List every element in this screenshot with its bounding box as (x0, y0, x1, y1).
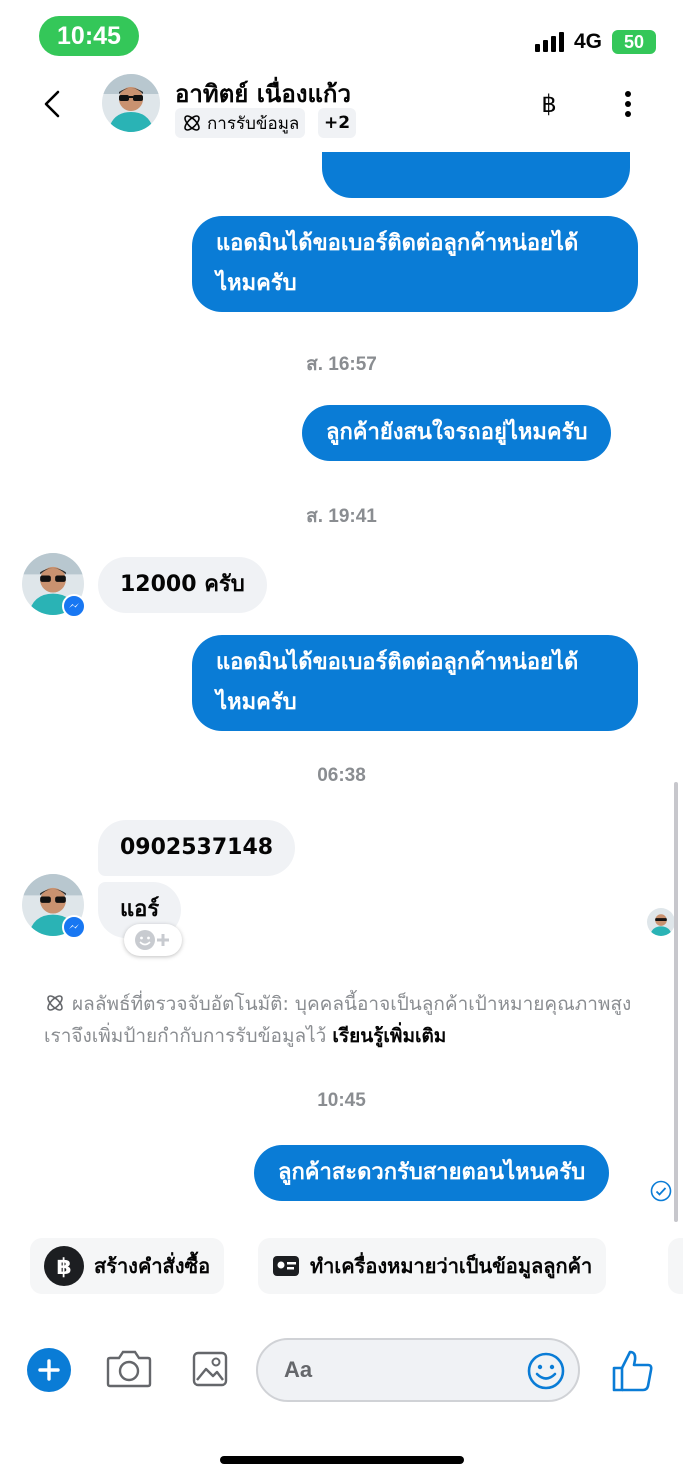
thumbs-up-icon[interactable] (612, 1348, 654, 1392)
image-icon (192, 1351, 228, 1387)
timestamp: ส. 16:57 (306, 354, 377, 375)
contact-avatar[interactable] (102, 74, 160, 132)
payment-button[interactable]: ฿ (536, 88, 562, 120)
mark-as-lead-label: ทำเครื่องหมายว่าเป็นข้อมูลลูกค้า (310, 1254, 593, 1278)
back-icon (44, 90, 60, 118)
message-composer (0, 1334, 683, 1406)
emoji-icon[interactable] (526, 1351, 566, 1391)
outgoing-message[interactable]: ลูกค้าสะดวกรับสายตอนไหนครับ (254, 1145, 610, 1201)
home-indicator[interactable] (220, 1456, 464, 1464)
chat-header: อาทิตย์ เนื่องแก้ว การรับข้อมูล +2 ฿ (0, 72, 683, 152)
status-bar: 10:45 4G 50 (0, 0, 683, 72)
back-button[interactable] (36, 86, 72, 122)
svg-text:฿: ฿ (56, 1255, 71, 1280)
message-list[interactable]: แอดมินได้ขอเบอร์ติดต่อลูกค้าหน่อยได้ไหมค… (0, 152, 683, 1224)
outgoing-message[interactable]: แอดมินได้ขอเบอร์ติดต่อลูกค้าหน่อยได้ไหมค… (192, 635, 638, 731)
add-reaction-icon (135, 930, 169, 950)
lead-tag-chip[interactable]: การรับข้อมูล (175, 108, 306, 138)
message-input-box[interactable] (256, 1338, 580, 1402)
outgoing-message[interactable]: ลูกค้ายังสนใจรถอยู่ไหมครับ (302, 405, 612, 461)
camera-icon (106, 1350, 152, 1388)
atom-icon (184, 115, 200, 131)
learn-more-link[interactable]: เรียนรู้เพิ่มเติม (332, 1025, 446, 1047)
incoming-message[interactable]: 12000 ครับ (98, 557, 267, 613)
lead-tag-label: การรับข้อมูล (207, 113, 300, 134)
more-vert-icon (625, 91, 631, 97)
plus-icon (38, 1359, 60, 1381)
message-bubble-clipped[interactable] (322, 152, 630, 198)
message-input[interactable] (284, 1357, 484, 1383)
messenger-badge-icon (62, 915, 86, 939)
timestamp: ส. 19:41 (306, 506, 377, 527)
baht-icon: ฿ (541, 90, 557, 118)
id-card-icon (273, 1256, 299, 1276)
more-options-button[interactable] (618, 88, 638, 120)
camera-button[interactable] (106, 1348, 152, 1392)
more-quick-action-chip[interactable] (668, 1238, 683, 1294)
auto-detect-notice: ผลลัพธ์ที่ตรวจจับอัตโนมัติ: บุคคลนี้อาจเ… (44, 988, 644, 1052)
gallery-button[interactable] (192, 1351, 228, 1391)
messenger-badge-icon (62, 594, 86, 618)
battery-indicator: 50 (612, 30, 656, 54)
seen-indicator-avatar (647, 908, 675, 936)
atom-icon (47, 995, 63, 1011)
create-order-button[interactable]: ฿ สร้างคำสั่งซื้อ (30, 1238, 225, 1294)
timestamp: 06:38 (317, 765, 366, 786)
add-reaction-button[interactable] (124, 924, 182, 956)
signal-icon (535, 32, 564, 52)
create-order-label: สร้างคำสั่งซื้อ (94, 1254, 211, 1278)
more-tags-chip[interactable]: +2 (318, 108, 357, 138)
outgoing-message[interactable]: แอดมินได้ขอเบอร์ติดต่อลูกค้าหน่อยได้ไหมค… (192, 216, 638, 312)
check-circle-icon (650, 1180, 672, 1202)
scrollbar[interactable] (674, 782, 678, 1222)
timestamp: 10:45 (317, 1090, 366, 1111)
incoming-message[interactable]: 0902537148 (98, 820, 296, 876)
network-type: 4G (574, 30, 603, 53)
status-time: 10:45 (39, 16, 139, 56)
mark-as-lead-button[interactable]: ทำเครื่องหมายว่าเป็นข้อมูลลูกค้า (258, 1238, 607, 1294)
add-button[interactable] (27, 1348, 71, 1392)
quick-actions-bar: ฿ สร้างคำสั่งซื้อ ทำเครื่องหมายว่าเป็นข้… (0, 1238, 683, 1296)
baht-circle-icon: ฿ (44, 1246, 84, 1286)
